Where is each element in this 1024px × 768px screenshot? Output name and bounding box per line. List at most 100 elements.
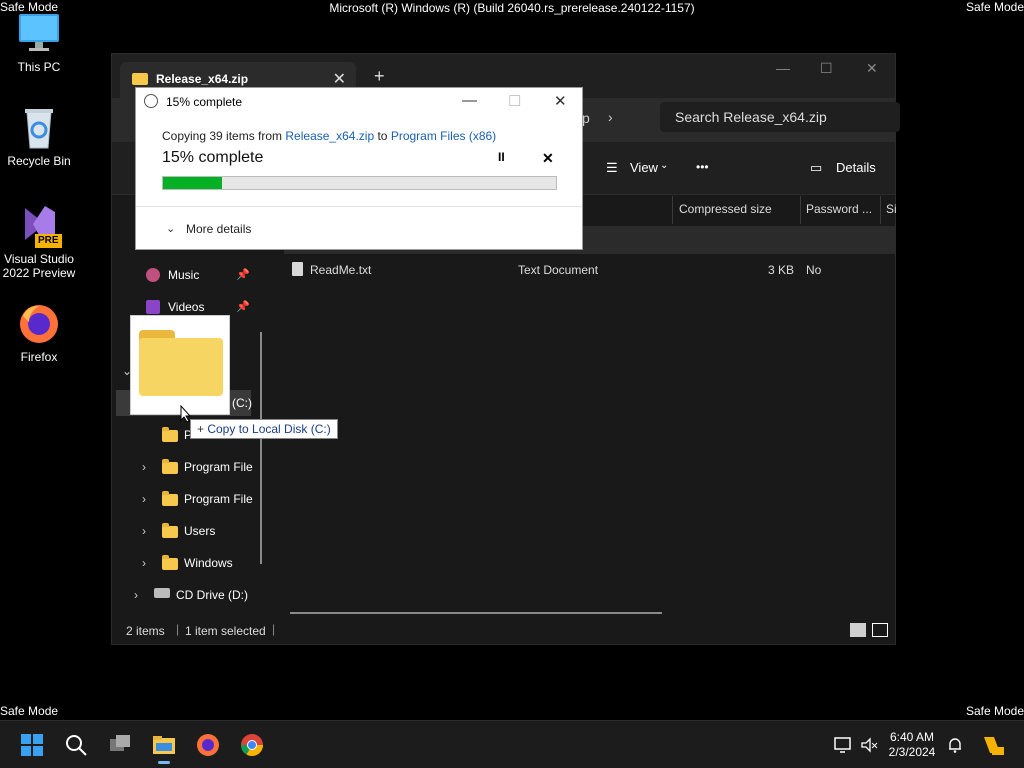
plus-icon: + [197,422,208,436]
horizontal-scrollbar[interactable] [290,612,662,614]
desktop-icon-label: This PC [17,60,61,74]
copying-description: Copying 39 items from Release_x64.zip to… [162,129,496,143]
desktop-icon-label: Recycle Bin [7,154,71,168]
task-view-icon[interactable] [108,733,132,757]
copying-prefix: Copying 39 items from [162,129,286,143]
file-row[interactable]: ReadMe.txt Text Document 3 KB No [284,260,895,282]
view-chevron-icon: ⌄ [660,160,669,171]
more-options-button[interactable]: ••• [696,160,709,174]
status-bar: 2 items | 1 item selected | [112,618,895,644]
copy-progress-bar [162,176,557,190]
drag-folder-icon [139,338,223,396]
clock-time: 6:40 AM [889,730,935,744]
close-window-icon[interactable]: ✕ [866,60,878,77]
expand-chevron-icon[interactable]: › [142,460,146,474]
network-icon[interactable] [834,736,852,754]
desktop-icon-this-pc[interactable]: This PC [1,12,77,74]
status-divider: | [272,622,276,636]
file-compressed-size: 3 KB [768,263,795,277]
breadcrumb-chevron-icon: › [608,109,613,125]
desktop-icon-visual-studio[interactable]: PRE Visual Studio 2022 Preview [1,204,77,280]
desktop-icon-label: Visual Studio 2022 Preview [2,252,76,280]
desktop-icon-recycle-bin[interactable]: Recycle Bin [1,106,77,168]
copying-to: to [374,129,391,143]
search-box[interactable]: Search Release_x64.zip [660,102,900,132]
cd-drive-icon [154,588,170,598]
clock-icon [144,94,158,108]
chrome-icon[interactable] [240,733,264,757]
expand-chevron-icon[interactable]: › [142,556,146,570]
details-view-icon[interactable] [850,623,866,637]
destination-link[interactable]: Program Files (x86) [391,129,496,143]
details-pane-icon: ▭ [810,160,823,175]
column-compressed-size[interactable]: Compressed size [679,202,772,216]
expand-chevron-icon[interactable]: › [134,588,138,602]
desktop-icon-label: Firefox [20,350,58,364]
nav-cd-drive[interactable]: CD Drive (D:) [176,588,248,602]
folder-icon [162,522,178,538]
folder-icon [162,554,178,570]
volume-muted-icon[interactable] [860,736,878,754]
recycle-bin-icon [15,106,63,150]
music-icon [146,268,160,282]
firefox-taskbar-icon[interactable] [196,733,220,757]
tab-title: Release_x64.zip [156,72,249,86]
view-icon: ☰ [606,160,618,175]
expand-chevron-icon[interactable]: › [142,492,146,506]
nav-drive-c-label: (C:) [232,396,252,410]
start-windows-icon[interactable] [20,733,44,757]
desktop-icon-firefox[interactable]: Firefox [1,302,77,364]
tiles-view-icon[interactable] [872,623,888,637]
pause-button[interactable]: II [498,150,505,164]
details-button[interactable]: Details [836,160,876,175]
nav-windows[interactable]: Windows [184,556,233,570]
safe-mode-bottom-left: Safe Mode [0,704,59,718]
minimize-icon[interactable]: — [776,60,790,76]
new-tab-icon[interactable]: + [374,66,385,87]
nav-videos[interactable]: Videos [168,300,204,314]
more-details-button[interactable]: More details [186,222,251,236]
dialog-minimize-icon[interactable]: — [462,92,477,109]
text-file-icon [292,262,303,276]
monitor-icon [15,12,63,56]
nav-scrollbar[interactable] [260,332,262,564]
file-explorer-taskbar-icon[interactable] [152,733,176,764]
notification-bell-icon[interactable] [946,736,964,754]
nav-program-files[interactable]: Program File [184,460,253,474]
cancel-copy-button[interactable]: ✕ [542,150,554,167]
system-clock[interactable]: 6:40 AM 2/3/2024 [880,730,944,760]
status-item-count: 2 items [126,624,165,638]
dialog-divider [136,206,582,207]
view-button[interactable]: View [630,160,658,175]
search-icon[interactable] [64,733,88,757]
firefox-icon [15,302,63,346]
dialog-close-icon[interactable]: ✕ [554,92,567,110]
file-password: No [806,263,822,277]
videos-icon [146,300,160,314]
breadcrumb-tail[interactable]: p [582,110,590,126]
taskbar: 6:40 AM 2/3/2024 [0,720,1024,768]
nav-music[interactable]: Music [168,268,199,282]
status-selected: 1 item selected [185,624,266,638]
percent-complete: 15% complete [162,149,264,166]
column-size[interactable]: Si [886,202,897,216]
maximize-icon[interactable]: ☐ [820,60,833,77]
chevron-down-icon[interactable]: ⌄ [166,222,175,235]
close-tab-icon[interactable]: ✕ [333,69,346,89]
status-divider: | [176,622,180,636]
source-link[interactable]: Release_x64.zip [285,129,374,143]
pin-icon: 📌 [236,269,250,281]
column-separator [880,196,881,224]
drag-copy-tooltip: + Copy to Local Disk (C:) [190,419,338,439]
progress-fill [163,177,222,189]
nav-users[interactable]: Users [184,524,215,538]
dialog-maximize-icon: ☐ [508,93,522,110]
build-title: Microsoft (R) Windows (R) (Build 26040.r… [329,1,695,15]
nav-program-files-x86[interactable]: Program File [184,492,253,506]
active-indicator [158,761,170,764]
expand-chevron-icon[interactable]: › [142,524,146,538]
copilot-preview-icon[interactable] [980,733,1004,757]
column-password[interactable]: Password ... [806,202,872,216]
pre-badge: PRE [35,234,62,248]
dialog-title: 15% complete [166,95,243,109]
